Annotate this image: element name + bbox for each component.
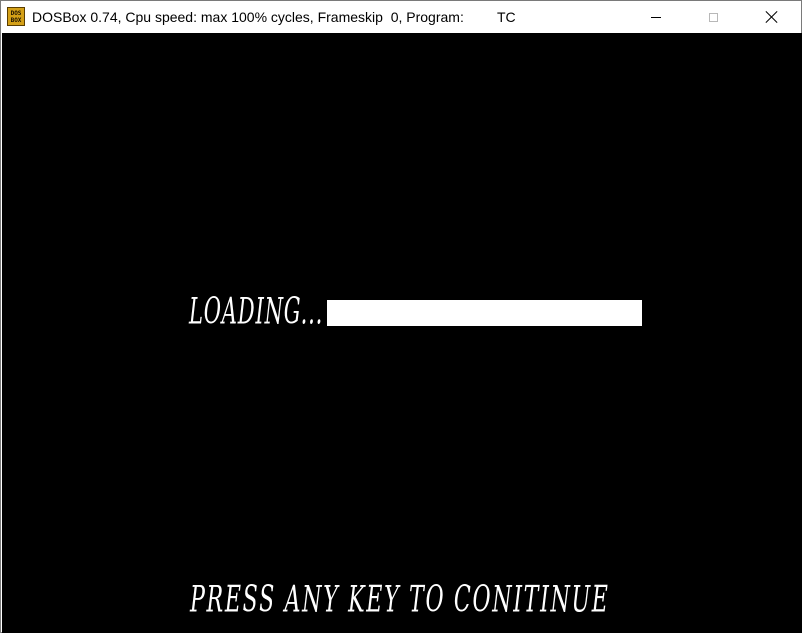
minimize-button[interactable] bbox=[633, 1, 679, 33]
loading-label: LOADING... bbox=[189, 291, 324, 333]
maximize-icon bbox=[708, 12, 718, 22]
icon-text-bottom: BOX bbox=[10, 16, 22, 24]
loading-progress-fill bbox=[327, 300, 642, 326]
maximize-button[interactable] bbox=[690, 1, 736, 33]
program-name: TC bbox=[497, 9, 516, 25]
title-bar[interactable]: DOS BOX DOSBox 0.74, Cpu speed: max 100%… bbox=[1, 1, 801, 33]
close-icon bbox=[766, 11, 778, 23]
continue-prompt: PRESS ANY KEY TO CONITINUE bbox=[190, 579, 610, 621]
dosbox-window: DOS BOX DOSBox 0.74, Cpu speed: max 100%… bbox=[0, 0, 802, 633]
dos-screen[interactable]: LOADING... PRESS ANY KEY TO CONITINUE bbox=[2, 33, 802, 633]
close-button[interactable] bbox=[749, 1, 795, 33]
icon-text-top: DOS bbox=[10, 9, 22, 17]
dosbox-icon[interactable]: DOS BOX bbox=[7, 7, 25, 26]
loading-progress-bar bbox=[327, 300, 642, 326]
minimize-icon bbox=[651, 16, 661, 18]
window-title: DOSBox 0.74, Cpu speed: max 100% cycles,… bbox=[32, 9, 464, 25]
